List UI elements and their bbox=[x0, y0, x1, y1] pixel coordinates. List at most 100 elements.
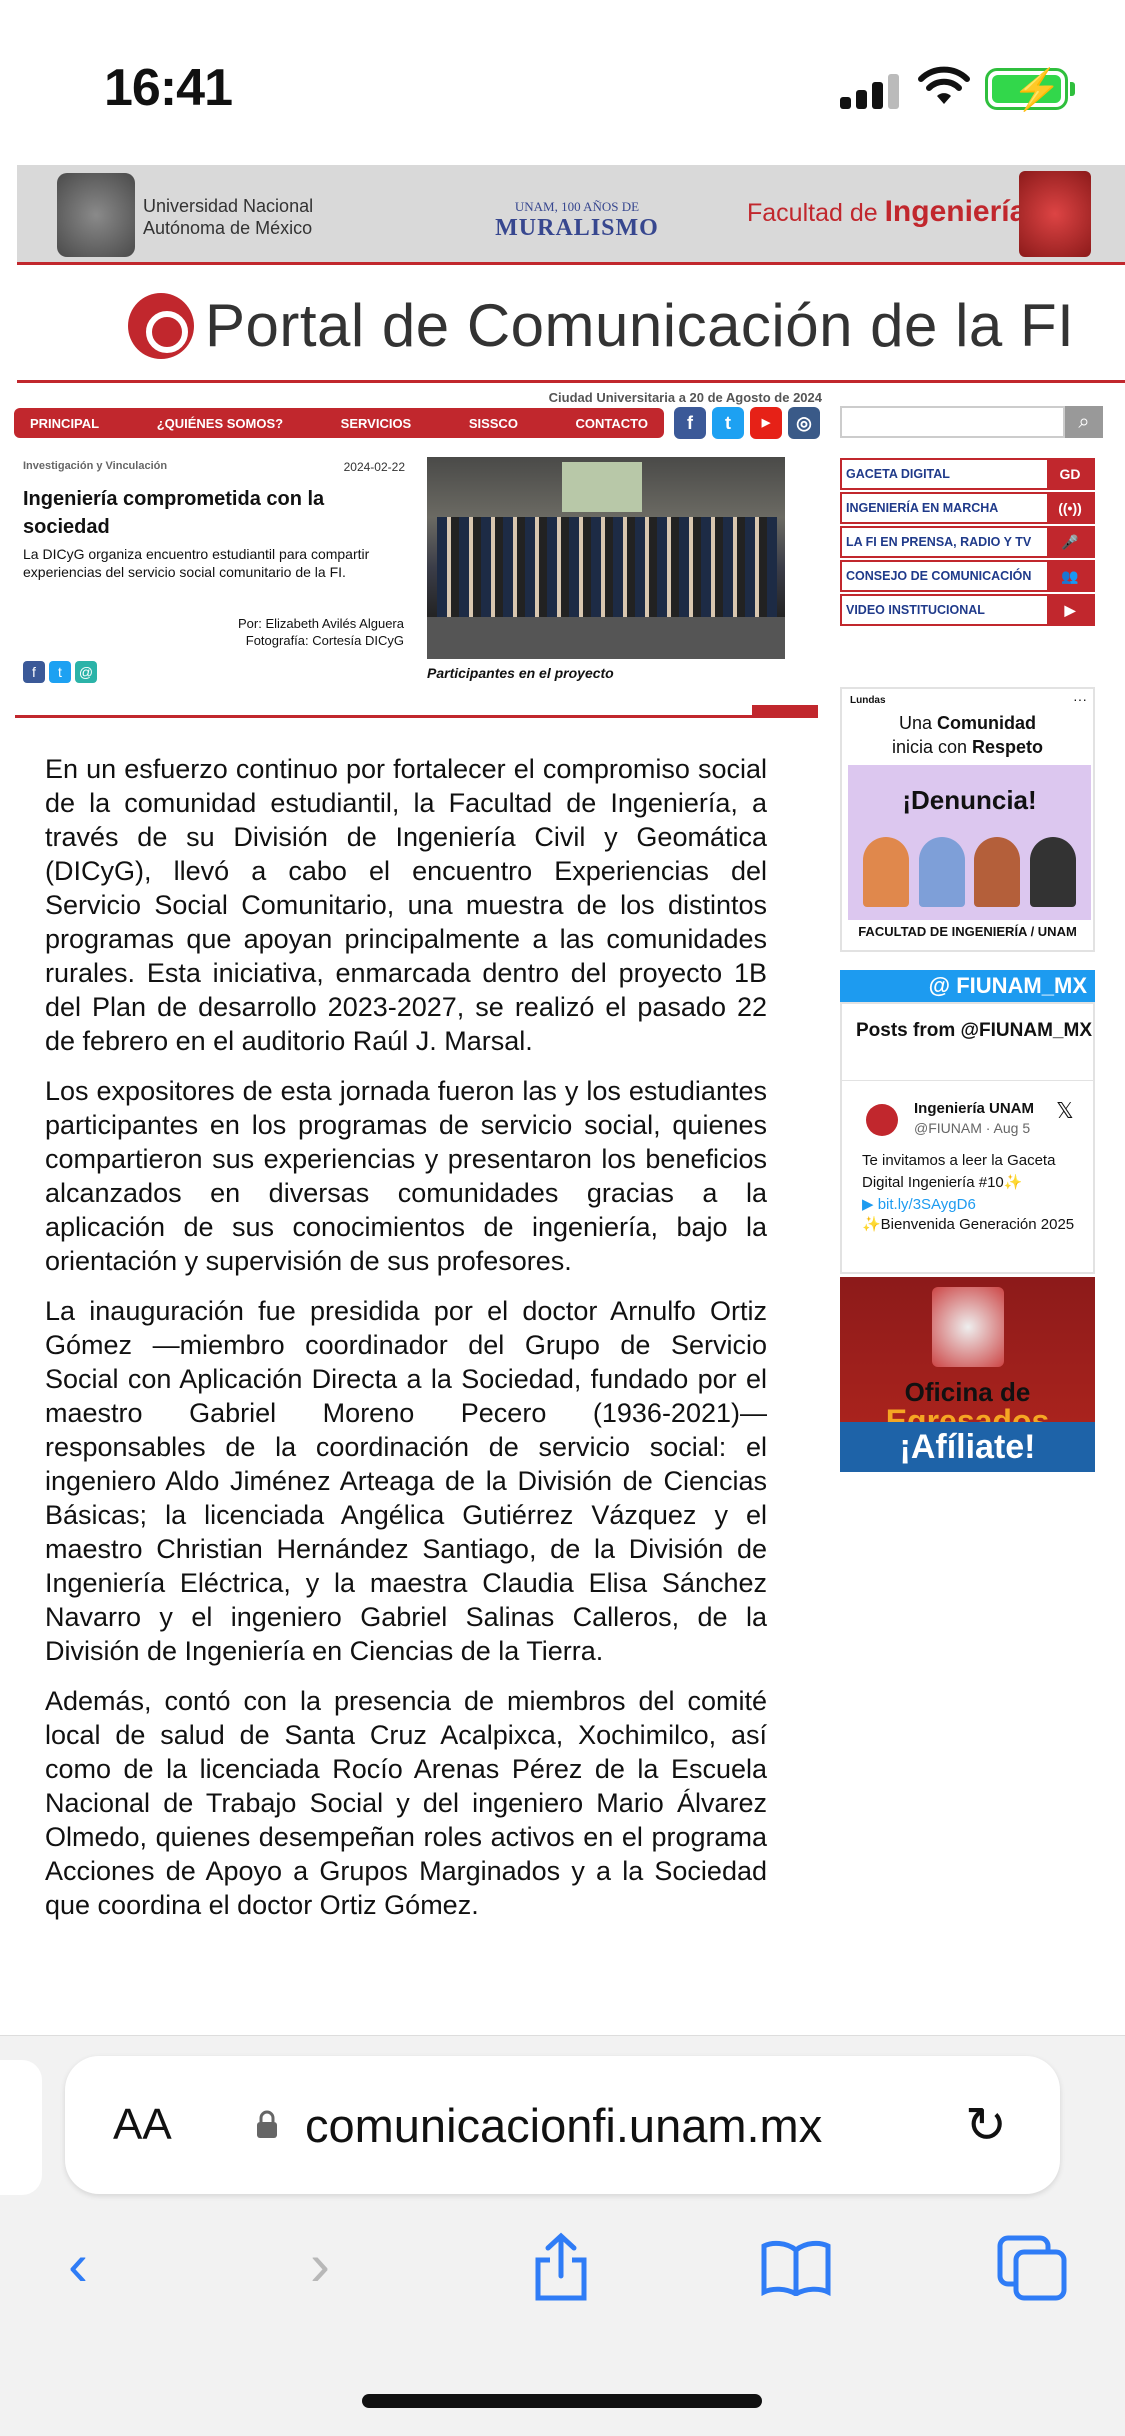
muralismo-line2: MURALISMO bbox=[495, 215, 659, 241]
lundas-line1-a: Una bbox=[898, 713, 938, 733]
previous-tab-card[interactable] bbox=[0, 2060, 42, 2195]
tweet-link[interactable]: ▶ bit.ly/3SAygD6 bbox=[862, 1194, 1082, 1216]
tweet-author[interactable]: Ingeniería UNAM bbox=[914, 1100, 1034, 1117]
forward-icon[interactable]: › bbox=[310, 2230, 330, 2299]
twitter-banner[interactable]: @ FIUNAM_MX bbox=[840, 970, 1095, 1002]
home-indicator bbox=[362, 2394, 762, 2408]
article-photo[interactable] bbox=[427, 457, 785, 659]
faculty-prefix: Facultad de bbox=[747, 199, 885, 227]
institution-banner: Universidad Nacional Autónoma de México … bbox=[17, 165, 1125, 265]
muralismo-line1: UNAM, 100 AÑOS DE bbox=[514, 199, 640, 214]
sidebar-link-ingenieria-en-marcha[interactable]: INGENIERÍA EN MARCHA ((•)) bbox=[840, 492, 1095, 524]
nav-principal[interactable]: PRINCIPAL bbox=[30, 416, 99, 431]
lundas-line2-a: inicia con bbox=[891, 737, 973, 757]
article-paragraph: En un esfuerzo continuo por fortalecer e… bbox=[45, 754, 767, 1056]
article-date: 2024-02-22 bbox=[343, 460, 405, 474]
twitter-timeline[interactable]: Posts from @FIUNAM_MX Ingeniería UNAM @F… bbox=[840, 1002, 1095, 1274]
fi-shield-logo bbox=[932, 1287, 1004, 1367]
gaceta-icon: GD bbox=[1047, 459, 1093, 489]
timeline-title: Posts from @FIUNAM_MX bbox=[856, 1020, 1092, 1041]
article-divider bbox=[15, 715, 818, 718]
share-email-icon[interactable]: @ bbox=[75, 661, 97, 683]
timeline-divider bbox=[842, 1080, 1093, 1081]
share-buttons: f t @ bbox=[23, 661, 97, 683]
broadcast-icon: ((•)) bbox=[1047, 493, 1093, 523]
main-nav: PRINCIPAL ¿QUIÉNES SOMOS? SERVICIOS SISS… bbox=[14, 408, 664, 438]
sidebar-link-gaceta-digital[interactable]: GACETA DIGITAL GD bbox=[840, 458, 1095, 490]
reload-icon[interactable]: ↻ bbox=[965, 2096, 1007, 2154]
lundas-brand: Lundas bbox=[850, 695, 886, 706]
lundas-line2-b: Respeto bbox=[972, 737, 1044, 757]
web-page: Universidad Nacional Autónoma de México … bbox=[0, 165, 1125, 2035]
search-icon[interactable]: ⌕ bbox=[1065, 406, 1103, 438]
article-title: Ingeniería comprometida con la sociedad bbox=[23, 488, 325, 538]
tweet-text-2: ✨Bienvenida Generación 2025 bbox=[862, 1216, 1075, 1233]
lundas-ad[interactable]: Lundas ··· Una Comunidad inicia con Resp… bbox=[840, 687, 1095, 952]
sidebar-link-prensa-radio-tv[interactable]: LA FI EN PRENSA, RADIO Y TV 🎤 bbox=[840, 526, 1095, 558]
nav-sissco[interactable]: SISSCO bbox=[469, 416, 518, 431]
unam-name-line2: Autónoma de México bbox=[143, 218, 313, 238]
nav-servicios[interactable]: SERVICIOS bbox=[341, 416, 412, 431]
nav-contacto[interactable]: CONTACTO bbox=[576, 416, 648, 431]
tabs-icon[interactable] bbox=[996, 2234, 1068, 2302]
portal-logo-icon bbox=[128, 293, 194, 359]
photo-stage bbox=[427, 617, 785, 659]
article-summary: La DICyG organiza encuentro estudiantil … bbox=[23, 546, 370, 580]
afiliate-button[interactable]: ¡Afíliate! bbox=[840, 1422, 1095, 1472]
nav-quienes-somos[interactable]: ¿QUIÉNES SOMOS? bbox=[157, 416, 283, 431]
article-paragraph: Los expositores de esta jornada fueron l… bbox=[45, 1076, 767, 1276]
facebook-icon[interactable]: f bbox=[674, 407, 706, 439]
denuncia-headline: ¡Denuncia! bbox=[902, 785, 1037, 815]
unam-name: Universidad Nacional Autónoma de México bbox=[143, 195, 313, 239]
egresados-ad[interactable]: Oficina de Egresados ¡Afíliate! bbox=[840, 1277, 1095, 1472]
denuncia-panel: ¡Denuncia! bbox=[848, 765, 1091, 920]
more-options-icon[interactable]: ··· bbox=[1073, 691, 1087, 707]
muralismo-logo[interactable]: UNAM, 100 AÑOS DE MURALISMO bbox=[477, 171, 677, 261]
cellular-signal-icon bbox=[840, 73, 900, 109]
lundas-line1: Una Comunidad bbox=[842, 713, 1093, 734]
sidebar-link-label: GACETA DIGITAL bbox=[846, 467, 950, 481]
tweet-text: Te invitamos a leer la Gaceta Digital In… bbox=[862, 1150, 1082, 1216]
photo-projection-screen bbox=[562, 462, 642, 512]
sidebar-link-label: CONSEJO DE COMUNICACIÓN bbox=[846, 569, 1032, 583]
back-icon[interactable]: ‹ bbox=[68, 2230, 88, 2299]
photo-caption: Participantes en el proyecto bbox=[427, 665, 614, 681]
sidebar-link-consejo-comunicacion[interactable]: CONSEJO DE COMUNICACIÓN 👥 bbox=[840, 560, 1095, 592]
url-text[interactable]: comunicacionfi.unam.mx bbox=[305, 2098, 822, 2153]
article-body: En un esfuerzo continuo por fortalecer e… bbox=[45, 752, 767, 1938]
bookmarks-icon[interactable] bbox=[760, 2240, 832, 2296]
article-paragraph: Además, contó con la presencia de miembr… bbox=[45, 1686, 767, 1920]
play-icon: ▶ bbox=[1047, 595, 1093, 625]
portal-title: Portal de Comunicación de la FI bbox=[205, 292, 1075, 359]
people-illustration bbox=[858, 837, 1081, 917]
twitter-icon[interactable]: t bbox=[712, 407, 744, 439]
dateline: Ciudad Universitaria a 20 de Agosto de 2… bbox=[548, 390, 822, 405]
sidebar-link-video-institucional[interactable]: VIDEO INSTITUCIONAL ▶ bbox=[840, 594, 1095, 626]
share-facebook-icon[interactable]: f bbox=[23, 661, 45, 683]
lundas-line1-b: Comunidad bbox=[937, 713, 1037, 733]
instagram-icon[interactable]: ◎ bbox=[788, 407, 820, 439]
sidebar-link-label: INGENIERÍA EN MARCHA bbox=[846, 501, 999, 515]
people-icon: 👥 bbox=[1047, 561, 1093, 591]
header-divider bbox=[17, 380, 1125, 383]
share-twitter-icon[interactable]: t bbox=[49, 661, 71, 683]
tweet-text-body: Te invitamos a leer la Gaceta Digital In… bbox=[862, 1152, 1056, 1191]
x-logo-icon: 𝕏 bbox=[1056, 1098, 1074, 1123]
article-author: Por: Elizabeth Avilés Alguera bbox=[238, 616, 404, 631]
sidebar-link-label: LA FI EN PRENSA, RADIO Y TV bbox=[846, 535, 1032, 549]
lundas-footer: FACULTAD DE INGENIERÍA / UNAM bbox=[858, 924, 1077, 939]
photo-group bbox=[437, 517, 777, 617]
share-icon[interactable] bbox=[530, 2232, 592, 2302]
tweet-handle: @FIUNAM · Aug 5 bbox=[914, 1120, 1031, 1136]
lock-icon bbox=[257, 2110, 277, 2138]
sidebar-link-label: VIDEO INSTITUCIONAL bbox=[846, 603, 985, 617]
avatar[interactable] bbox=[866, 1104, 898, 1136]
address-bar[interactable]: AA comunicacionfi.unam.mx ↻ bbox=[65, 2056, 1060, 2194]
portal-header[interactable]: Portal de Comunicación de la FI bbox=[0, 283, 1125, 383]
article-paragraph: La inauguración fue presidida por el doc… bbox=[45, 1296, 767, 1666]
article-section[interactable]: Investigación y Vinculación bbox=[23, 460, 167, 472]
search-input[interactable] bbox=[840, 406, 1065, 438]
youtube-icon[interactable]: ▶ bbox=[750, 407, 782, 439]
reader-settings-button[interactable]: AA bbox=[113, 2100, 172, 2150]
unam-name-line1: Universidad Nacional bbox=[143, 196, 314, 216]
